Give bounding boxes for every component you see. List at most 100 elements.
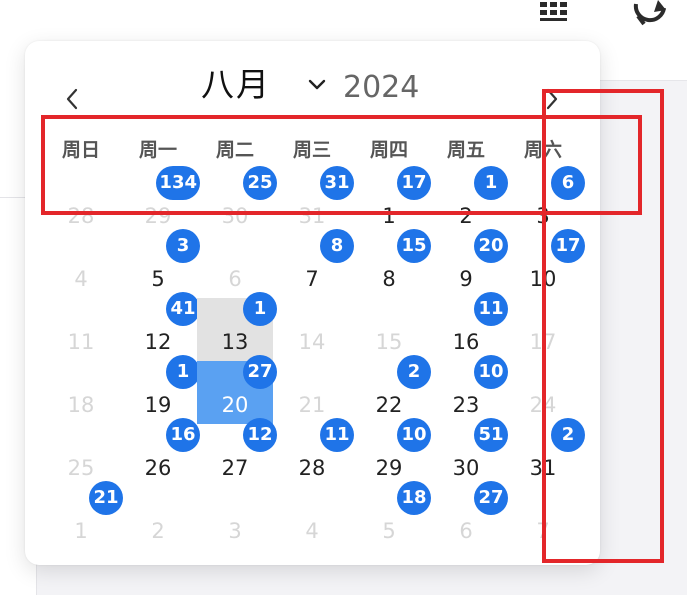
calendar-day[interactable]: 5 18	[351, 481, 431, 550]
year-select[interactable]: 2024	[343, 68, 419, 108]
day-number: 20	[221, 393, 249, 417]
day-number: 30	[452, 456, 480, 480]
day-number: 14	[298, 330, 326, 354]
calendar-day[interactable]: 19 1	[120, 355, 200, 424]
calendar-day[interactable]: 78	[274, 229, 354, 298]
calendar-day[interactable]: 21	[274, 361, 350, 424]
calendar-day[interactable]: 14	[274, 298, 350, 361]
day-number: 2	[459, 204, 473, 228]
calendar-day[interactable]: 53	[120, 229, 200, 298]
calendar-day[interactable]: 22 2	[351, 355, 431, 424]
count-badge: 1	[474, 166, 508, 200]
day-number: 12	[144, 330, 172, 354]
count-badge: 6	[551, 166, 585, 200]
calendar-day-selected[interactable]: 20 27	[197, 355, 277, 424]
day-number: 7	[536, 519, 550, 543]
day-number: 7	[305, 267, 319, 291]
calendar-day[interactable]: 15	[351, 298, 427, 361]
day-number: 31	[298, 204, 326, 228]
day-number: 21	[298, 393, 326, 417]
day-number: 18	[67, 393, 95, 417]
calendar-day[interactable]: 21	[428, 166, 508, 235]
day-number: 4	[74, 267, 88, 291]
day-number: 22	[375, 393, 403, 417]
calendar-day[interactable]: 26 16	[120, 418, 200, 487]
day-number: 6	[459, 519, 473, 543]
month-select[interactable]: 八月	[201, 63, 271, 107]
count-badge: 10	[397, 418, 431, 452]
count-badge: 27	[474, 481, 508, 515]
count-badge: 2	[397, 355, 431, 389]
calendar-day[interactable]: 23 10	[428, 355, 508, 424]
calendar-day[interactable]: 29 10	[351, 418, 431, 487]
prev-month-button[interactable]	[61, 87, 85, 111]
count-badge: 16	[166, 418, 200, 452]
calendar-day[interactable]: 12 41	[120, 292, 200, 361]
day-number: 3	[228, 519, 242, 543]
calendar-day[interactable]: 30 51	[428, 418, 508, 487]
calendar-day[interactable]: 1 17	[351, 166, 431, 235]
calendar-day[interactable]: 36	[505, 166, 585, 235]
weekday-fri: 周五	[446, 139, 485, 161]
day-number: 5	[151, 267, 165, 291]
calendar-day[interactable]: 6 27	[428, 481, 508, 550]
day-number: 17	[529, 330, 557, 354]
calendar-day[interactable]: 6	[197, 235, 273, 298]
day-number: 4	[305, 519, 319, 543]
count-badge: 11	[320, 418, 354, 452]
calendar-day[interactable]: 11	[43, 298, 119, 361]
count-badge: 51	[474, 418, 508, 452]
day-number: 26	[144, 456, 172, 480]
weekday-tue: 周二	[215, 139, 254, 161]
next-month-button[interactable]	[539, 87, 563, 111]
weekday-sun: 周日	[61, 139, 100, 161]
calendar-day[interactable]: 3	[197, 487, 273, 550]
day-number: 13	[221, 330, 249, 354]
count-badge: 15	[397, 229, 431, 263]
calendar-day[interactable]: 30 25	[197, 166, 277, 235]
weekday-mon: 周一	[138, 139, 177, 161]
calendar-day[interactable]: 8 15	[351, 229, 431, 298]
calendar-day[interactable]: 7	[505, 487, 581, 550]
calendar-day[interactable]: 18	[43, 361, 119, 424]
calendar-day[interactable]: 10 17	[505, 229, 585, 298]
calendar-day[interactable]: 17	[505, 298, 581, 361]
day-number: 6	[228, 267, 242, 291]
calendar-day[interactable]: 9 20	[428, 229, 508, 298]
calendar-day[interactable]: 31 31	[274, 166, 354, 235]
count-badge: 20	[474, 229, 508, 263]
day-number: 19	[144, 393, 172, 417]
count-badge: 11	[474, 292, 508, 326]
calendar-day[interactable]: 27 12	[197, 418, 277, 487]
calendar-day[interactable]: 4	[274, 487, 350, 550]
weekday-thu: 周四	[369, 139, 408, 161]
refresh-icon[interactable]	[630, 0, 670, 28]
calendar-day[interactable]: 28	[43, 172, 119, 235]
chevron-right-icon	[546, 88, 558, 110]
day-number: 24	[529, 393, 557, 417]
count-badge: 3	[166, 229, 200, 263]
calendar-day[interactable]: 4	[43, 235, 119, 298]
calendar-day[interactable]: 25	[43, 424, 119, 487]
count-badge: 2	[551, 418, 585, 452]
calendar-day[interactable]: 1 21	[43, 481, 123, 550]
day-number: 3	[536, 204, 550, 228]
count-badge: 41	[166, 292, 200, 326]
day-number: 23	[452, 393, 480, 417]
calendar-day[interactable]: 2	[120, 487, 196, 550]
chevron-down-icon[interactable]	[308, 77, 326, 91]
day-number: 29	[144, 204, 172, 228]
calendar-day[interactable]: 16 11	[428, 292, 508, 361]
day-number: 11	[67, 330, 95, 354]
count-badge: 27	[243, 355, 277, 389]
day-number: 16	[452, 330, 480, 354]
calendar-day[interactable]: 28 11	[274, 418, 354, 487]
calendar-day[interactable]: 24	[505, 361, 581, 424]
day-number: 28	[67, 204, 95, 228]
calendar-day-today[interactable]: 13 1	[197, 292, 277, 361]
calendar-icon[interactable]	[535, 0, 575, 28]
calendar-day[interactable]: 29 134	[120, 166, 200, 235]
count-badge: 18	[397, 481, 431, 515]
calendar-day[interactable]: 31 2	[505, 418, 585, 487]
count-badge: 10	[474, 355, 508, 389]
